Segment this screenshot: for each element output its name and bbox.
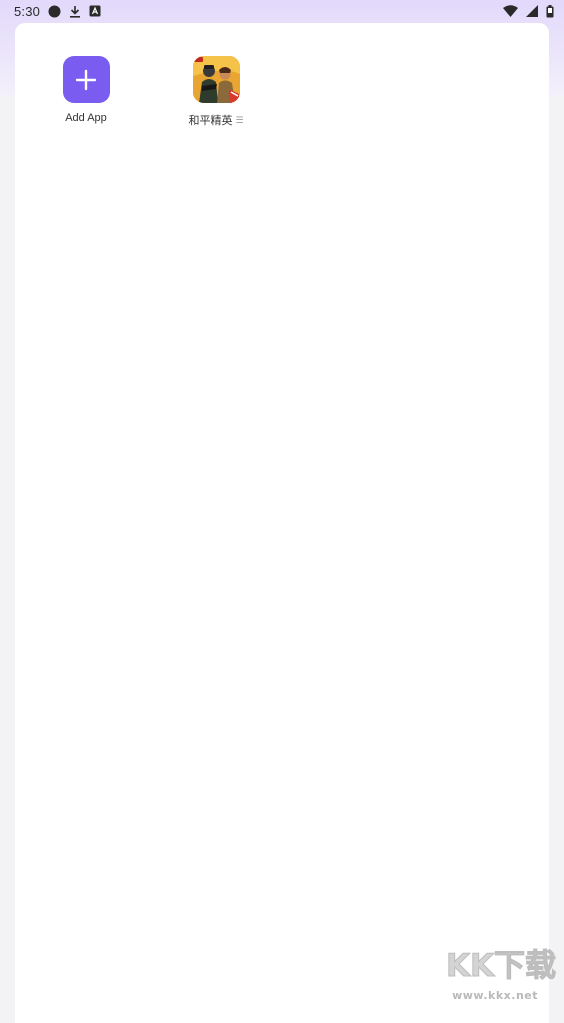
wifi-icon <box>503 5 518 17</box>
app-grid-card: Add App 和平精英 ☰ <box>15 23 549 1023</box>
signal-icon <box>526 5 538 17</box>
status-right <box>503 4 554 18</box>
a-badge-icon <box>89 5 101 17</box>
battery-icon <box>546 4 554 18</box>
game-app-label-text: 和平精英 <box>188 115 233 127</box>
plus-icon <box>62 56 110 103</box>
watermark-logo: KK下载 <box>446 948 557 985</box>
status-left: 5:30 <box>14 4 101 19</box>
add-app-label-text: Add App <box>65 112 107 124</box>
add-app-label: Add App <box>65 112 107 124</box>
add-app-button[interactable]: Add App <box>46 56 126 124</box>
menu-lines-icon: ☰ <box>235 114 244 125</box>
status-bar: 5:30 <box>0 0 564 22</box>
download-icon <box>69 5 81 18</box>
status-time: 5:30 <box>14 3 41 19</box>
game-app-label: 和平精英 ☰ <box>188 112 243 128</box>
game-icon <box>192 56 240 103</box>
watermark-url: www.kkx.net <box>452 989 538 1002</box>
circle-icon <box>48 5 61 18</box>
app-item-heping-jingying[interactable]: 和平精英 ☰ <box>176 56 256 128</box>
watermark: KK下载 www.kkx.net <box>442 942 564 1004</box>
watermark-logo-text: KK下载 <box>446 948 556 984</box>
